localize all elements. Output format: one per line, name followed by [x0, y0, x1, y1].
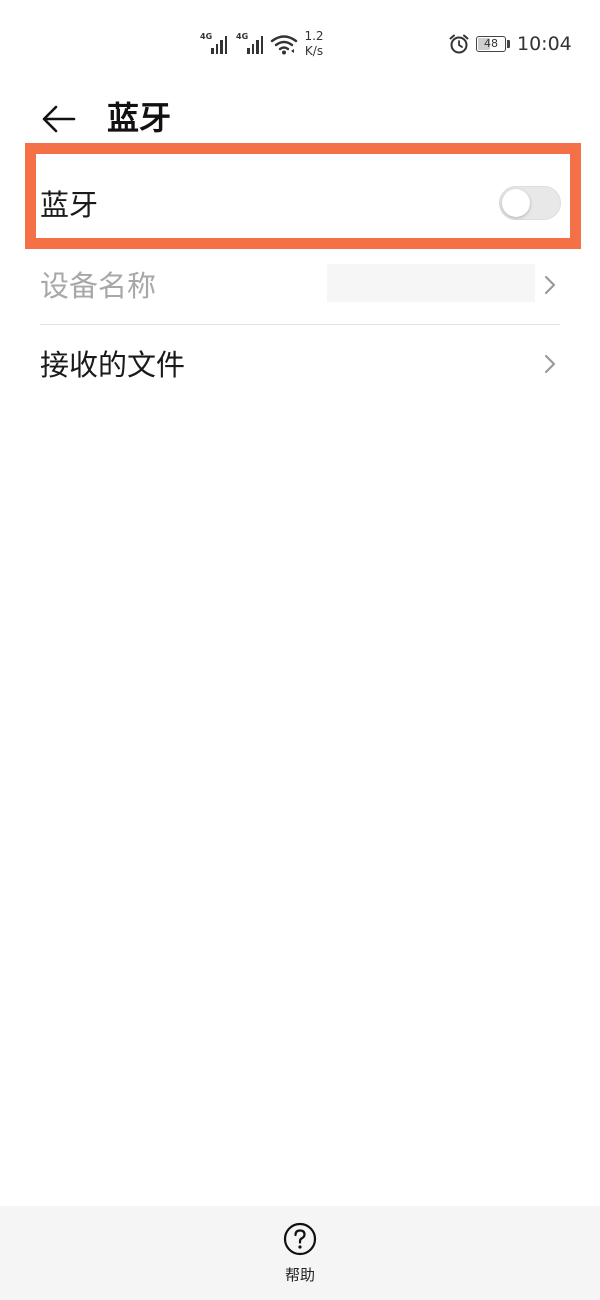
question-circle-icon	[283, 1222, 317, 1256]
cellular-signal-icon: 4G	[236, 32, 270, 54]
divider	[40, 324, 560, 325]
battery-icon: 48	[476, 36, 506, 52]
chevron-right-icon	[544, 275, 556, 295]
header: 蓝牙	[0, 88, 600, 148]
help-label: 帮助	[284, 1266, 315, 1284]
status-time: 10:04	[517, 33, 572, 55]
status-bar: 4G 4G 1.2 K/s 48 10:04	[0, 0, 600, 88]
bluetooth-toggle-switch[interactable]	[499, 186, 561, 220]
bottom-bar: 帮助	[0, 1206, 600, 1300]
battery-tip	[507, 40, 510, 48]
toggle-knob	[502, 189, 530, 217]
network-speed-value: 1.2	[304, 29, 324, 43]
alarm-clock-icon	[449, 34, 469, 54]
help-button[interactable]: 帮助	[270, 1222, 330, 1292]
cellular-signal-icon: 4G	[200, 32, 234, 54]
bluetooth-settings-screen: 4G 4G 1.2 K/s 48 10:04 蓝牙 蓝牙 设备名称 接收的文件 …	[0, 0, 600, 1300]
wifi-icon	[270, 35, 298, 55]
arrow-left-icon	[42, 105, 76, 133]
device-name-label: 设备名称	[40, 269, 157, 303]
received-files-label: 接收的文件	[40, 348, 186, 382]
device-name-value	[327, 264, 535, 302]
chevron-right-icon	[544, 354, 556, 374]
back-button[interactable]	[38, 98, 80, 140]
battery-level: 48	[484, 37, 498, 50]
bluetooth-label: 蓝牙	[40, 188, 99, 222]
network-speed: 1.2 K/s	[301, 29, 327, 59]
page-title: 蓝牙	[107, 99, 172, 137]
network-speed-unit: K/s	[304, 44, 324, 58]
